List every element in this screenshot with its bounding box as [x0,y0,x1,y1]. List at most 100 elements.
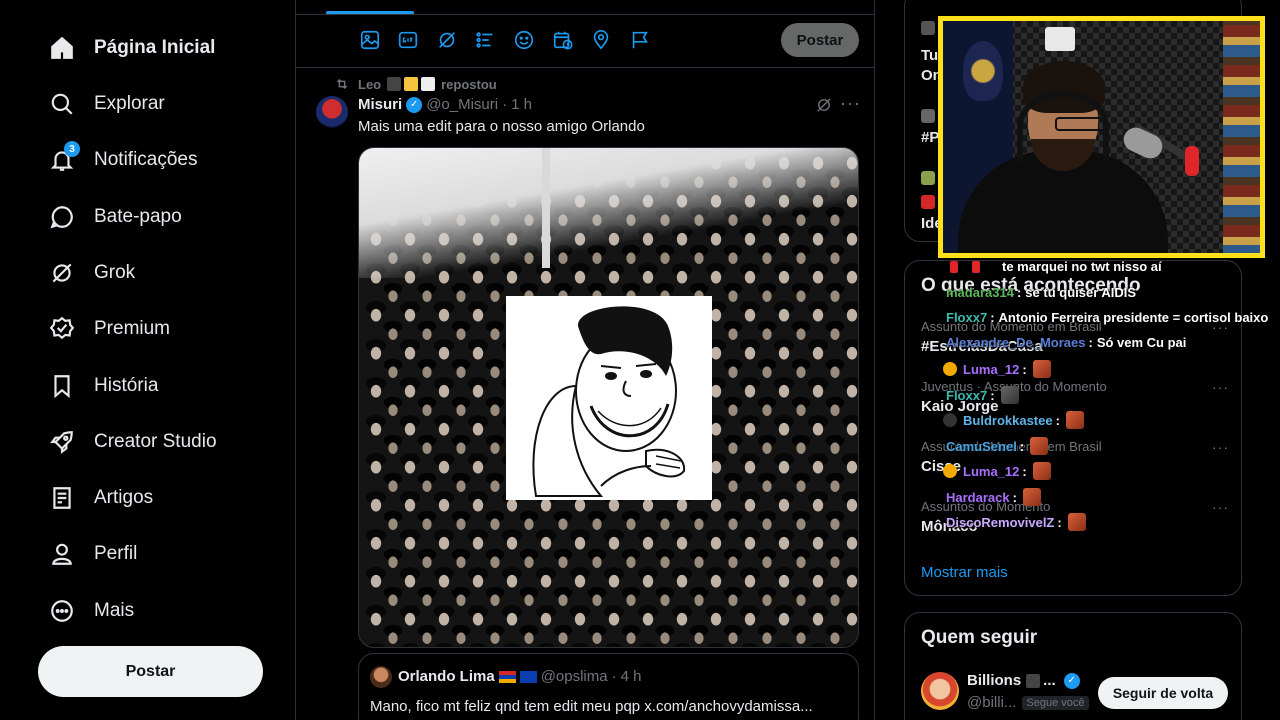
section-title: O que está acontecendo [921,275,1141,296]
trend-item[interactable]: Assunto do Momento em Brasil Cisse ··· [921,439,1229,475]
divider [296,67,874,68]
verified-badge-icon: ✓ [406,96,423,113]
grok-icon[interactable] [815,96,833,114]
trend-item[interactable]: Assuntos do Momento Mônaco ··· [921,499,1229,535]
tweet-header: Misuri ✓ @o_Misuri · 1 h [358,96,532,113]
follows-you-badge: Segue você [1022,695,1089,710]
schedule-icon[interactable] [552,29,574,51]
quote-header: Orlando Lima @opslima · 4 h [398,668,641,685]
flag-armenia-icon [498,670,516,683]
section-title: Quem seguir [921,627,1038,648]
bell-icon: 3 [48,141,80,174]
trend-text[interactable]: Tu [921,47,938,64]
avatar[interactable] [921,672,959,710]
flag-icon[interactable] [629,29,651,51]
suggested-user-handle: @billi... Segue você [967,694,1089,711]
trend-text[interactable]: #P [921,129,939,146]
sidebar-item-bookmarks[interactable]: História [48,364,158,408]
sidebar-item-articles[interactable]: Artigos [48,476,153,520]
sidebar-item-grok[interactable]: Grok [48,251,135,295]
compose-post-button[interactable]: Postar [781,23,859,57]
person-icon [48,540,76,568]
poll-icon[interactable] [474,29,496,51]
sidebar-item-label: Mais [94,600,135,621]
more-icon[interactable]: ··· [840,93,861,114]
sidebar-item-premium[interactable]: Premium [48,307,170,351]
mic-icon [921,109,935,123]
author-name[interactable]: Orlando Lima [398,668,495,685]
avatar [921,21,935,35]
trend-name: Kaio Jorge [921,398,999,415]
sidebar-item-home[interactable]: Página Inicial [48,26,215,70]
author-name[interactable]: Misuri [358,96,402,113]
avatar[interactable] [316,96,348,128]
caricature-drawing [506,296,712,500]
sidebar-item-more[interactable]: Mais [48,589,134,633]
user-handle: @billi... [967,694,1017,711]
suggested-user-name[interactable]: Billions ... ✓ [967,672,1084,689]
search-icon [48,90,76,118]
trend-name: #EstrelasDaCasa [921,338,1043,355]
chat-bubble-icon [48,203,76,231]
follow-back-button[interactable]: Seguir de volta [1098,677,1228,709]
sidebar-item-label: Explorar [94,93,165,114]
gif-icon[interactable] [397,29,419,51]
grok-icon [48,259,76,287]
tweet-time[interactable]: 4 h [621,668,642,685]
repost-label: repostou [441,76,497,92]
location-icon[interactable] [590,29,612,51]
sidebar-item-label: Premium [94,318,171,339]
glasses [1055,117,1107,131]
verified-badge-icon: ✓ [1063,672,1080,689]
image-icon[interactable] [359,29,381,51]
bookshelf [1223,21,1260,253]
sidebar-item-chat[interactable]: Bate-papo [48,195,182,239]
emoji-icon [1026,673,1041,688]
article-icon [48,484,76,512]
trend-name: Mônaco [921,518,978,535]
avatar[interactable] [370,666,392,688]
emoji-icon [387,77,402,91]
tweet-media[interactable] [358,147,859,648]
repost-icon [336,79,348,89]
repost-user[interactable]: Leo [358,77,381,92]
grok-icon[interactable] [436,29,458,51]
more-icon[interactable]: ··· [1212,319,1229,335]
emoji-icon[interactable] [513,29,535,51]
sidebar-nav: Página Inicial Explorar 3 Notificações B… [0,0,296,720]
sidebar-item-explore[interactable]: Explorar [48,82,165,126]
more-icon[interactable]: ··· [1212,379,1229,395]
sidebar-item-label: Creator Studio [94,431,217,452]
alert-icon [921,195,935,209]
sidebar-post-button[interactable]: Postar [38,646,263,697]
tent-image [359,148,858,278]
sidebar-item-label: Notificações [94,149,198,170]
sidebar-item-creator-studio[interactable]: Creator Studio [48,420,217,464]
who-to-follow-section: Quem seguir Billions ... ✓ @billi... Seg… [904,612,1242,720]
youtube-plaque [1045,27,1075,51]
more-circle-icon [48,597,76,625]
sidebar-item-profile[interactable]: Perfil [48,532,137,576]
trend-item[interactable]: Juventus · Assunto do Momento Kaio Jorge… [921,379,1229,415]
emoji-icon [421,77,436,91]
author-handle[interactable]: @o_Misuri [426,96,498,113]
home-icon [48,34,76,62]
more-icon[interactable]: ··· [1212,439,1229,455]
sidebar-item-label: Artigos [94,487,154,508]
quote-text: Mano, fico mt feliz qnd tem edit meu pqp… [370,698,813,715]
notification-badge: 3 [64,141,80,157]
more-icon[interactable]: ··· [1212,499,1229,515]
quote-tweet[interactable]: Orlando Lima @opslima · 4 h Mano, fico m… [358,653,859,720]
sidebar-item-notifications[interactable]: 3 Notificações [48,138,198,182]
show-more-link[interactable]: Mostrar mais [921,564,1008,581]
trend-meta: Assuntos do Momento [921,499,1051,514]
author-handle[interactable]: @opslima [541,668,608,685]
emoji-icon [404,77,419,91]
tweet-text: Mais uma edit para o nosso amigo Orlando [358,118,645,135]
trend-item[interactable]: Assunto do Momento em Brasil #EstrelasDa… [921,319,1229,355]
premium-badge-icon [48,315,76,343]
main-feed: Postar Leo repostou Misuri ✓ @o_Misuri ·… [296,0,875,720]
trend-meta: Juventus · Assunto do Momento [921,379,1107,394]
tweet-time[interactable]: 1 h [511,96,532,113]
tent-pole [542,148,550,268]
